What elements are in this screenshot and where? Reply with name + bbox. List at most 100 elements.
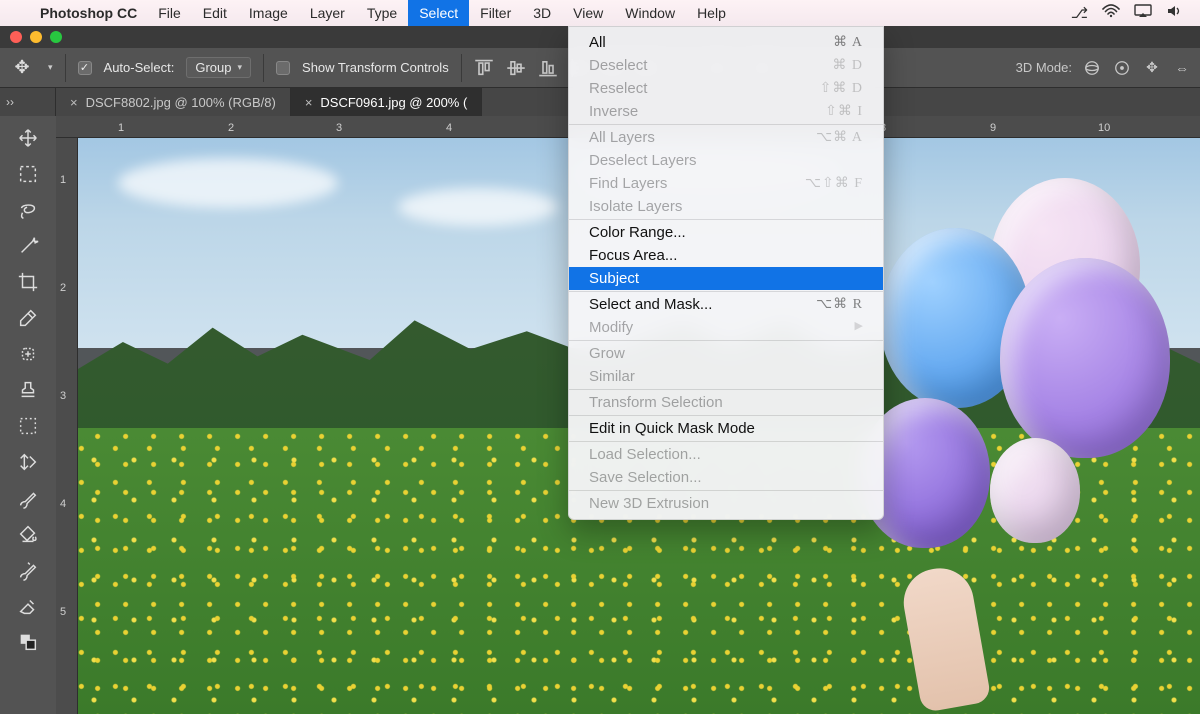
divider <box>65 54 66 82</box>
menuitem-all-layers: All Layers⌥⌘ A <box>569 126 883 149</box>
menuitem-grow: Grow <box>569 342 883 365</box>
heal-tool-icon[interactable] <box>8 336 48 372</box>
menuitem-edit-in-quick-mask-mode[interactable]: Edit in Quick Mask Mode <box>569 417 883 440</box>
menuitem-reselect: Reselect ⇧⌘ D <box>569 77 883 100</box>
menu-edit[interactable]: Edit <box>192 0 238 26</box>
wifi-icon[interactable] <box>1102 4 1120 22</box>
marquee-dashed-tool-icon[interactable] <box>8 408 48 444</box>
menu-window[interactable]: Window <box>614 0 686 26</box>
ruler-h-label: 1 <box>118 122 124 134</box>
menu-3d[interactable]: 3D <box>522 0 562 26</box>
3d-orbit-icon[interactable] <box>1082 58 1102 78</box>
lasso-tool-icon[interactable] <box>8 192 48 228</box>
menuitem-inverse: Inverse⇧⌘ I <box>569 100 883 123</box>
menu-image[interactable]: Image <box>238 0 299 26</box>
menuitem-label: Isolate Layers <box>589 198 682 215</box>
crop-tool-icon[interactable] <box>8 264 48 300</box>
menu-file[interactable]: File <box>147 0 192 26</box>
tool-preset-chevron-icon[interactable]: ▾ <box>48 62 53 73</box>
ruler-h-label: 4 <box>446 122 452 134</box>
expand-panels-icon[interactable]: ›› <box>0 88 56 116</box>
menuitem-shortcut: ⌥⇧⌘ F <box>805 175 863 192</box>
ruler-h-label: 2 <box>228 122 234 134</box>
document-tab[interactable]: ×DSCF8802.jpg @ 100% (RGB/8) <box>56 88 291 116</box>
free-transform-tool-icon[interactable] <box>8 444 48 480</box>
divider <box>461 54 462 82</box>
menu-view[interactable]: View <box>562 0 614 26</box>
fill-bucket-tool-icon[interactable] <box>8 516 48 552</box>
eyedropper-tool-icon[interactable] <box>8 300 48 336</box>
app-name[interactable]: Photoshop CC <box>30 5 147 21</box>
stamp-tool-icon[interactable] <box>8 372 48 408</box>
move-tool-indicator-icon[interactable]: ✥ <box>8 54 36 82</box>
foreground-bg-tool-icon[interactable] <box>8 624 48 660</box>
divider <box>263 54 264 82</box>
tools-panel <box>0 116 56 714</box>
menuitem-subject[interactable]: Subject <box>569 267 883 290</box>
menuitem-save-selection: Save Selection... <box>569 466 883 489</box>
menuitem-new-3d-extrusion: New 3D Extrusion <box>569 492 883 515</box>
brush-tool-icon[interactable] <box>8 480 48 516</box>
zoom-window-button[interactable] <box>50 31 62 43</box>
menuitem-shortcut: ⇧⌘ D <box>820 80 863 97</box>
show-transform-label: Show Transform Controls <box>302 60 449 75</box>
align-bottom-icon[interactable] <box>538 58 558 78</box>
menu-select[interactable]: Select <box>408 0 469 26</box>
auto-select-checkbox[interactable] <box>78 61 92 75</box>
close-window-button[interactable] <box>10 31 22 43</box>
ruler-v-label: 5 <box>60 606 66 618</box>
auto-select-dropdown[interactable]: Group ▾ <box>186 57 251 78</box>
align-vcenter-icon[interactable] <box>506 58 526 78</box>
bluetooth-icon[interactable]: ⎇ <box>1071 4 1088 22</box>
menuitem-deselect-layers: Deselect Layers <box>569 149 883 172</box>
eraser-tool-icon[interactable] <box>8 588 48 624</box>
airplay-icon[interactable] <box>1134 4 1152 22</box>
menuitem-all[interactable]: All ⌘ A <box>569 31 883 54</box>
document-tab[interactable]: ×DSCF0961.jpg @ 200% ( <box>291 88 482 116</box>
menuitem-select-and-mask[interactable]: Select and Mask...⌥⌘ R <box>569 293 883 316</box>
3d-slide-icon[interactable]: ⇔ <box>1172 58 1192 78</box>
menu-help[interactable]: Help <box>686 0 737 26</box>
menu-filter[interactable]: Filter <box>469 0 522 26</box>
move-tool-icon[interactable] <box>8 120 48 156</box>
magic-wand-tool-icon[interactable] <box>8 228 48 264</box>
3d-roll-icon[interactable] <box>1112 58 1132 78</box>
ruler-v-label: 3 <box>60 390 66 402</box>
menuitem-label: Edit in Quick Mask Mode <box>589 420 755 437</box>
marquee-tool-icon[interactable] <box>8 156 48 192</box>
menu-separator <box>569 124 883 125</box>
menu-separator <box>569 415 883 416</box>
menu-separator <box>569 340 883 341</box>
menuitem-shortcut: ⌘ A <box>833 34 863 51</box>
menu-separator <box>569 389 883 390</box>
menuitem-color-range[interactable]: Color Range... <box>569 221 883 244</box>
minimize-window-button[interactable] <box>30 31 42 43</box>
close-tab-icon[interactable]: × <box>305 95 313 110</box>
menu-type[interactable]: Type <box>356 0 408 26</box>
volume-icon[interactable] <box>1166 4 1184 22</box>
ruler-v-label: 4 <box>60 498 66 510</box>
vertical-ruler[interactable]: 12345 <box>56 138 78 714</box>
ruler-v-label: 1 <box>60 174 66 186</box>
close-tab-icon[interactable]: × <box>70 95 78 110</box>
menuitem-load-selection: Load Selection... <box>569 443 883 466</box>
show-transform-checkbox[interactable] <box>276 61 290 75</box>
menuitem-label: Subject <box>589 270 639 287</box>
menuitem-label: Select and Mask... <box>589 296 712 313</box>
menuitem-label: Color Range... <box>589 224 686 241</box>
select-menu-dropdown: All⌘ ADeselect⌘ DReselect⇧⌘ DInverse⇧⌘ I… <box>568 26 884 520</box>
menuitem-label: Deselect Layers <box>589 152 697 169</box>
menu-separator <box>569 490 883 491</box>
align-top-icon[interactable] <box>474 58 494 78</box>
menuitem-label: All <box>589 34 606 51</box>
menuitem-isolate-layers: Isolate Layers <box>569 195 883 218</box>
3d-pan-icon[interactable]: ✥ <box>1142 58 1162 78</box>
menuitem-label: Save Selection... <box>589 469 702 486</box>
history-brush-tool-icon[interactable] <box>8 552 48 588</box>
menuitem-label: Similar <box>589 368 635 385</box>
menuitem-label: Reselect <box>589 80 647 97</box>
menu-layer[interactable]: Layer <box>299 0 356 26</box>
menuitem-focus-area[interactable]: Focus Area... <box>569 244 883 267</box>
menuitem-label: Load Selection... <box>589 446 701 463</box>
canvas-content <box>1000 258 1170 458</box>
